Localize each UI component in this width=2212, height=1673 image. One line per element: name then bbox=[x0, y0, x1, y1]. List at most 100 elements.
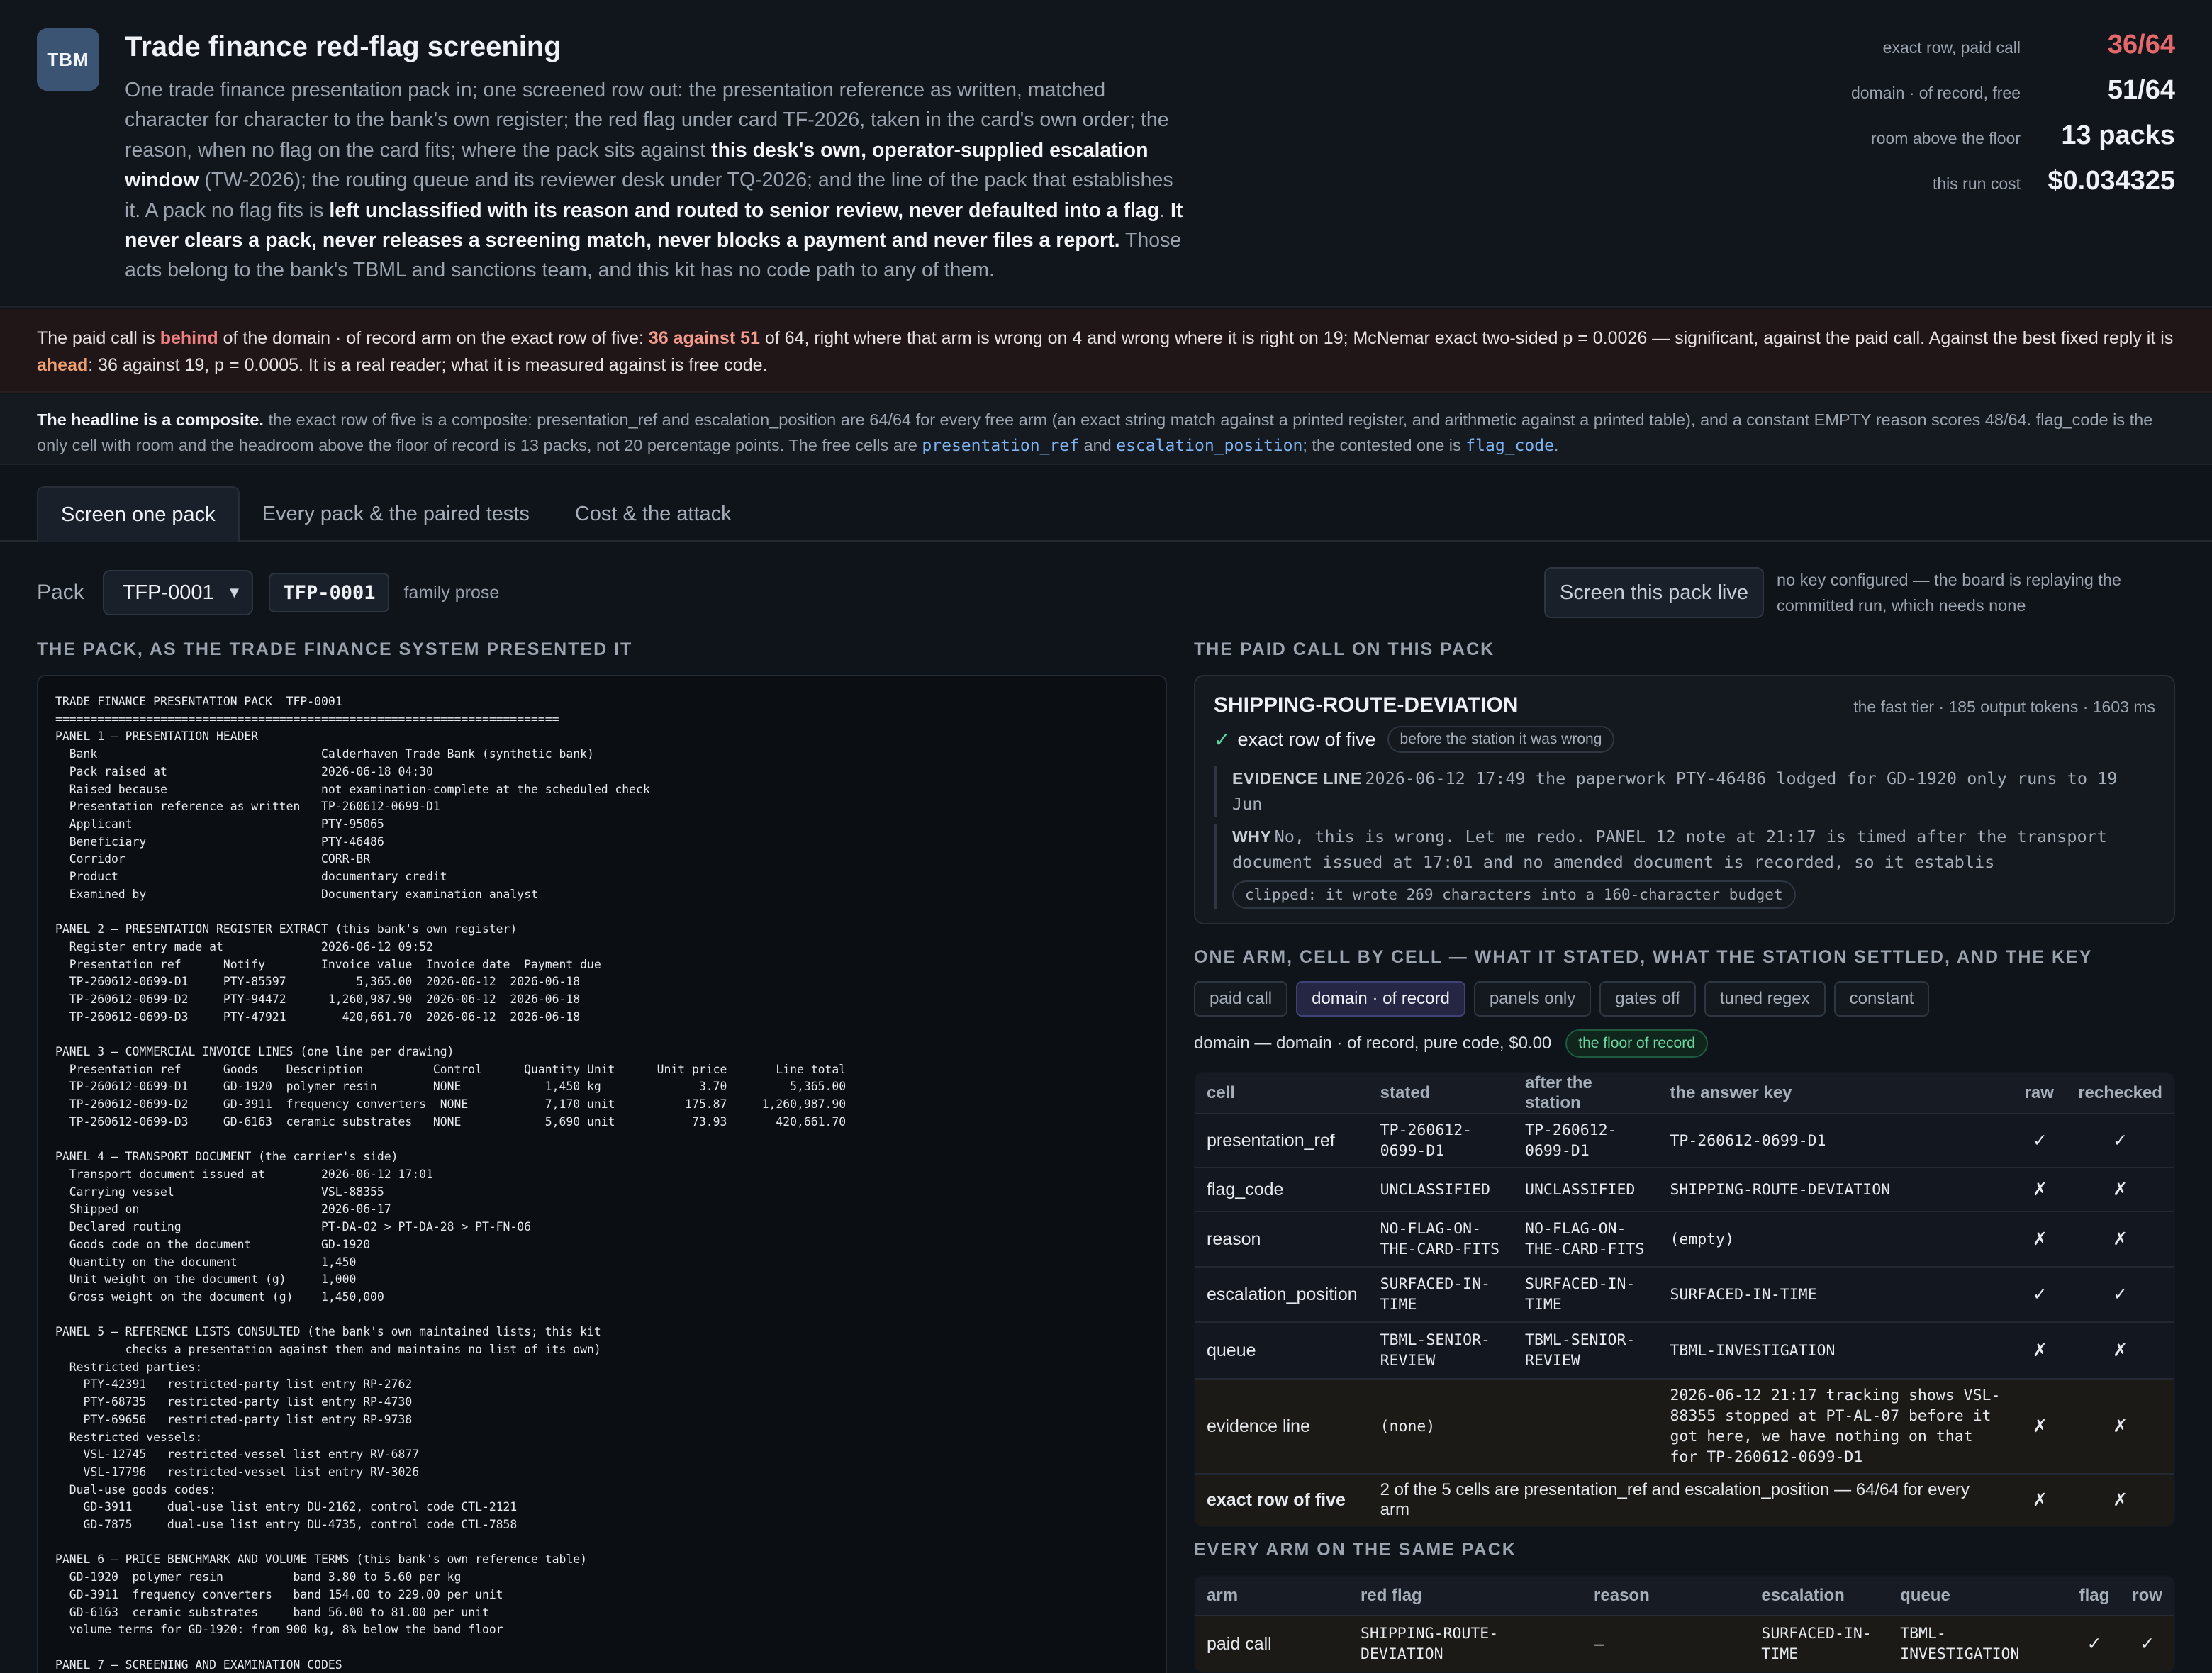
intro-text: . bbox=[1159, 198, 1171, 222]
code-term: presentation_ref bbox=[922, 437, 1079, 455]
column-header: after the station bbox=[1514, 1073, 1659, 1114]
evidence-key: EVIDENCE LINE bbox=[1232, 769, 1362, 788]
check-icon: ✓ bbox=[1214, 728, 1231, 751]
column-header: reason bbox=[1582, 1577, 1750, 1616]
pack-section-title: The pack, as the trade finance system pr… bbox=[37, 639, 633, 659]
cell-after: TBML-SENIOR- REVIEW bbox=[1514, 1322, 1659, 1380]
arm-description: domain — domain · of record, pure code, … bbox=[1194, 1029, 1708, 1058]
arm-name: paid call bbox=[1195, 1616, 1350, 1672]
arm-queue: TBML- INVESTIGATION bbox=[1889, 1616, 2068, 1672]
table-row: presentation_ref TP-260612- 0699-D1 TP-2… bbox=[1195, 1114, 2174, 1168]
cell-key: (empty) bbox=[1658, 1212, 2013, 1268]
arm-reason: – bbox=[1582, 1616, 1750, 1672]
cell-after: UNCLASSIFIED bbox=[1514, 1168, 1659, 1212]
screen-live-button[interactable]: Screen this pack live bbox=[1544, 567, 1764, 618]
cell-name: presentation_ref bbox=[1195, 1114, 1369, 1168]
cross-icon: ✗ bbox=[2067, 1168, 2174, 1212]
note-text: and bbox=[1078, 436, 1117, 454]
table-row: reason NO-FLAG-ON- THE-CARD-FITS NO-FLAG… bbox=[1195, 1212, 2174, 1268]
evidence-text: 2026-06-12 17:49 the paperwork PTY-46486… bbox=[1232, 768, 2118, 814]
stat-value: $0.034325 bbox=[2048, 166, 2175, 196]
banner-text: The paid call is bbox=[37, 328, 160, 348]
page-header: TBM Trade finance red-flag screening One… bbox=[0, 0, 2212, 308]
comparison-banner: The paid call is behind of the domain · … bbox=[0, 309, 2212, 393]
table-row: escalation_position SURFACED-IN- TIME SU… bbox=[1195, 1267, 2174, 1323]
arm-red-flag: SHIPPING-ROUTE- DEVIATION bbox=[1349, 1616, 1583, 1672]
column-header: the answer key bbox=[1658, 1073, 2013, 1114]
summary-row: exact row of five 2 of the 5 cells are p… bbox=[1195, 1474, 2174, 1526]
check-icon: ✓ bbox=[2067, 1114, 2174, 1168]
column-header: raw bbox=[2013, 1073, 2067, 1114]
table-header-row: cell stated after the station the answer… bbox=[1195, 1073, 2174, 1114]
app-logo: TBM bbox=[37, 28, 99, 91]
pack-document: TRADE FINANCE PRESENTATION PACK TFP-0001… bbox=[37, 675, 1167, 1673]
exact-row-label: exact row of five bbox=[1237, 728, 1376, 750]
pack-select[interactable]: TFP-0001 ▼ bbox=[102, 570, 254, 615]
paid-flag-code: SHIPPING-ROUTE-DEVIATION bbox=[1214, 693, 1519, 717]
paid-call-card: SHIPPING-ROUTE-DEVIATION the fast tier ·… bbox=[1194, 675, 2175, 924]
check-icon: ✓ bbox=[2067, 1616, 2121, 1672]
cell-after bbox=[1514, 1379, 1659, 1475]
table-header-row: arm red flag reason escalation queue fla… bbox=[1195, 1577, 2174, 1616]
live-note: no key configured — the board is replayi… bbox=[1777, 571, 2121, 615]
pack-code-badge: TFP-0001 bbox=[269, 573, 390, 612]
cell-stated: NO-FLAG-ON- THE-CARD-FITS bbox=[1368, 1212, 1514, 1268]
paid-section-title: The paid call on this pack bbox=[1194, 639, 1495, 659]
cross-icon: ✗ bbox=[2067, 1474, 2174, 1526]
floor-chip: the floor of record bbox=[1565, 1029, 1708, 1058]
why-text: No, this is wrong. Let me redo. PANEL 12… bbox=[1232, 827, 2107, 872]
code-term: flag_code bbox=[1465, 437, 1554, 455]
banner-text: : 36 against 19, p = 0.0005. It is a rea… bbox=[88, 355, 768, 375]
column-header: stated bbox=[1368, 1073, 1514, 1114]
arm-escalation: SURFACED-IN- TIME bbox=[1750, 1616, 1889, 1672]
cross-icon: ✗ bbox=[2013, 1322, 2067, 1380]
cross-icon: ✗ bbox=[2067, 1212, 2174, 1268]
column-header: flag bbox=[2067, 1577, 2121, 1616]
summary-text: 2 of the 5 cells are presentation_ref an… bbox=[1368, 1474, 2013, 1526]
behind-badge: behind bbox=[160, 328, 218, 348]
arm-tab-panels-only[interactable]: panels only bbox=[1473, 981, 1592, 1017]
cell-key: SHIPPING-ROUTE-DEVIATION bbox=[1658, 1168, 2013, 1212]
summary-cell: exact row of five bbox=[1195, 1474, 1369, 1526]
column-header: rechecked bbox=[2067, 1073, 2174, 1114]
check-icon: ✓ bbox=[2013, 1267, 2067, 1323]
main-tabs: Screen one pack Every pack & the paired … bbox=[37, 486, 754, 542]
tab-screen-one-pack[interactable]: Screen one pack bbox=[37, 486, 240, 542]
score-highlight: 36 against 51 bbox=[648, 328, 760, 348]
column-header: cell bbox=[1195, 1073, 1369, 1114]
why-block: WHY No, this is wrong. Let me redo. PANE… bbox=[1214, 824, 2157, 909]
banner-text: of 64, right where that arm is wrong on … bbox=[759, 328, 2174, 348]
check-icon: ✓ bbox=[2121, 1616, 2174, 1672]
stat-domain-record: domain · of record, free 51/64 bbox=[1778, 75, 2175, 121]
stat-label: room above the floor bbox=[1871, 129, 2021, 147]
arm-tab-paid-call[interactable]: paid call bbox=[1194, 981, 1288, 1017]
column-header: queue bbox=[1889, 1577, 2068, 1616]
pack-label: Pack bbox=[37, 581, 84, 604]
column-header: row bbox=[2121, 1577, 2174, 1616]
cell-name: reason bbox=[1195, 1212, 1369, 1268]
evidence-line-block: EVIDENCE LINE 2026-06-12 17:49 the paper… bbox=[1214, 766, 2157, 817]
table-row: paid call SHIPPING-ROUTE- DEVIATION – SU… bbox=[1195, 1616, 2174, 1672]
column-header: red flag bbox=[1349, 1577, 1583, 1616]
stat-label: domain · of record, free bbox=[1850, 84, 2021, 102]
stat-room-above-floor: room above the floor 13 packs bbox=[1778, 121, 2175, 166]
cross-icon: ✗ bbox=[2013, 1212, 2067, 1268]
cell-key: TBML-INVESTIGATION bbox=[1658, 1322, 2013, 1380]
arm-tab-tuned-regex[interactable]: tuned regex bbox=[1704, 981, 1826, 1017]
tab-cost-attack[interactable]: Cost & the attack bbox=[552, 486, 754, 542]
check-icon: ✓ bbox=[2067, 1267, 2174, 1323]
cell-key: 2026-06-12 21:17 tracking shows VSL- 883… bbox=[1658, 1379, 2013, 1475]
tab-every-pack[interactable]: Every pack & the paired tests bbox=[240, 486, 552, 542]
stat-value: 36/64 bbox=[2107, 30, 2175, 60]
cross-icon: ✗ bbox=[2013, 1168, 2067, 1212]
stat-label: exact row, paid call bbox=[1882, 38, 2021, 57]
table-row: evidence line (none) 2026-06-12 21:17 tr… bbox=[1195, 1379, 2174, 1475]
why-key: WHY bbox=[1232, 827, 1272, 846]
cross-icon: ✗ bbox=[2067, 1379, 2174, 1475]
arm-tab-domain-record[interactable]: domain · of record bbox=[1296, 981, 1465, 1017]
cell-stated: TP-260612- 0699-D1 bbox=[1368, 1114, 1514, 1168]
banner-text: of the domain · of record arm on the exa… bbox=[218, 328, 649, 348]
arm-tab-gates-off[interactable]: gates off bbox=[1599, 981, 1696, 1017]
arm-tab-constant[interactable]: constant bbox=[1833, 981, 1930, 1017]
table-row: flag_code UNCLASSIFIED UNCLASSIFIED SHIP… bbox=[1195, 1168, 2174, 1212]
